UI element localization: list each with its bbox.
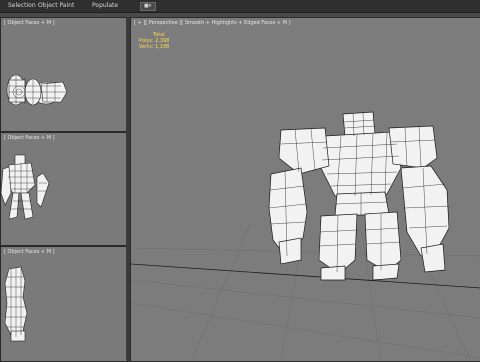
robot-model [268, 111, 450, 281]
panel-dropdown-icon[interactable]: ■▾ [140, 2, 156, 11]
front-view-model [1, 154, 50, 220]
viewport-perspective[interactable]: [ + ][ Perspective ][ Smooth + Highlight… [130, 17, 480, 362]
viewport-left[interactable]: [ Object Faces + M ] [0, 246, 128, 362]
top-view-model [6, 74, 68, 106]
viewport-front[interactable]: [ Object Faces + M ] [0, 132, 128, 246]
tab-object-paint[interactable]: Object Paint [38, 1, 74, 11]
tab-selection[interactable]: Selection [8, 1, 36, 11]
ribbon-tab-bar: Selection Object Paint Populate ■▾ [0, 0, 480, 13]
viewport-top[interactable]: [ Object Faces + M ] [0, 17, 128, 132]
tab-populate[interactable]: Populate [92, 1, 118, 11]
left-view-model [4, 266, 28, 342]
perspective-scene [131, 111, 480, 361]
